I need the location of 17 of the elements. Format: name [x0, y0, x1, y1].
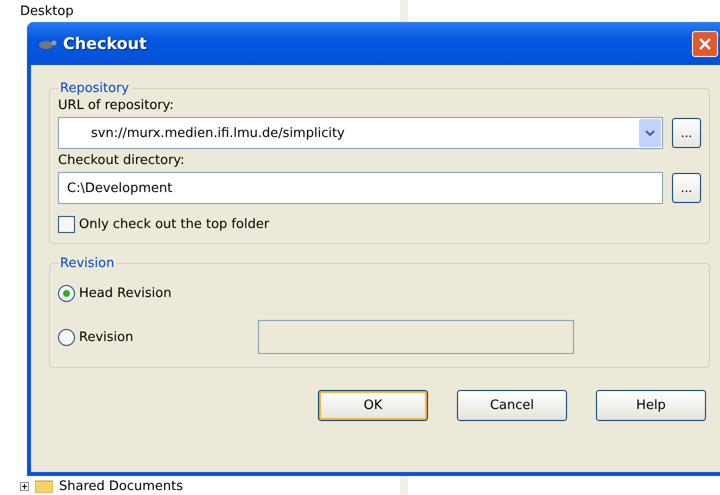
- dialog-button[interactable]: OK: [318, 390, 428, 421]
- checkbox-label: Only check out the top folder: [79, 217, 270, 232]
- radio-label: Revision: [79, 330, 134, 344]
- browse-button[interactable]: ...: [672, 173, 701, 203]
- field-label: Checkout directory:: [58, 153, 186, 168]
- radio-label: Head Revision: [79, 286, 172, 300]
- field-label: URL of repository:: [58, 98, 175, 113]
- dialog-button[interactable]: Cancel: [457, 390, 567, 421]
- group-title: Revision: [59, 256, 116, 271]
- dialog-button[interactable]: Help: [596, 390, 706, 421]
- browse-button[interactable]: ...: [672, 118, 701, 148]
- url-combobox[interactable]: svn://murx.medien.ifi.lmu.de/simplicity: [58, 117, 663, 149]
- tree-item[interactable]: Shared Documents: [59, 478, 184, 494]
- directory-field[interactable]: C:\Development: [58, 172, 663, 204]
- group-title: Repository: [59, 81, 130, 96]
- window-title: Checkout: [63, 34, 148, 53]
- tree-item[interactable]: Desktop: [20, 4, 74, 18]
